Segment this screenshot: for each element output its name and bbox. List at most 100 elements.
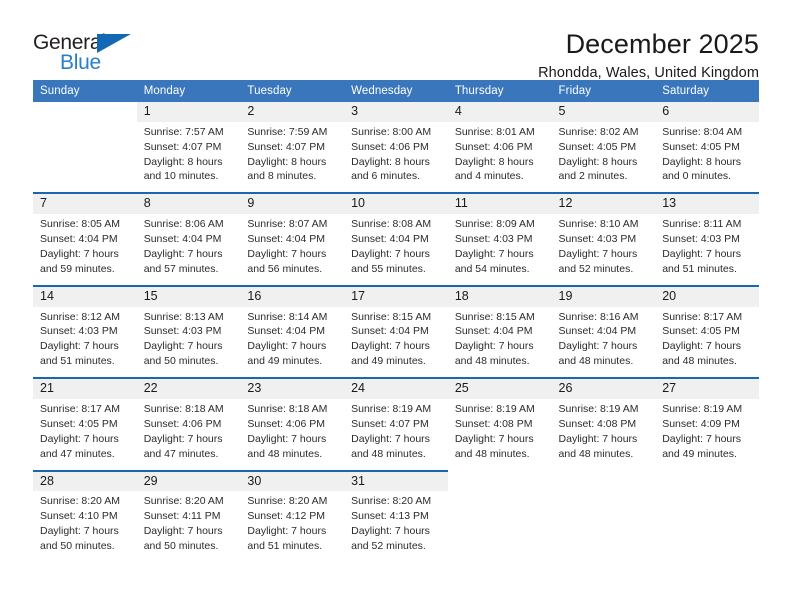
- day-number[interactable]: 3: [344, 102, 448, 122]
- page-header: General Blue December 2025 Rhondda, Wale…: [33, 0, 759, 82]
- day-number[interactable]: 6: [655, 102, 759, 122]
- day-detail-line: and 47 minutes.: [40, 447, 115, 460]
- day-detail-line: Sunset: 4:04 PM: [558, 325, 637, 338]
- day-detail-line: Sunset: 4:03 PM: [662, 233, 740, 246]
- day-number[interactable]: 27: [655, 379, 759, 399]
- day-detail-line: Daylight: 7 hours: [351, 247, 430, 260]
- day-detail-line: Sunset: 4:03 PM: [143, 325, 222, 338]
- day-number[interactable]: 19: [551, 286, 656, 307]
- day-detail-line: Daylight: 7 hours: [40, 340, 119, 353]
- day-detail-line: Sunset: 4:08 PM: [558, 417, 637, 430]
- day-detail-line: Sunrise: 8:11 AM: [662, 218, 742, 231]
- page-title: December 2025: [565, 29, 759, 59]
- day-number[interactable]: 31: [344, 471, 448, 492]
- calendar-body: 1 2 3 4 5 6 Sunrise: 7:57 AM Sunset: 4:07 PM Day…: [33, 102, 759, 562]
- day-number[interactable]: 9: [240, 194, 345, 215]
- day-detail-line: and 57 minutes.: [143, 262, 219, 275]
- day-detail-line: Daylight: 7 hours: [351, 432, 430, 445]
- day-detail-line: and 48 minutes.: [247, 447, 323, 460]
- day-detail-line: Sunrise: 8:01 AM: [454, 125, 535, 138]
- day-detail-line: and 50 minutes.: [40, 539, 115, 552]
- day-detail-line: Sunset: 4:04 PM: [247, 233, 326, 246]
- day-detail-line: Sunset: 4:13 PM: [351, 510, 429, 523]
- day-detail-cell: Sunrise: 8:18 AM Sunset: 4:06 PM Daylight:…: [240, 398, 345, 470]
- weekday-header-saturday: Saturday: [655, 80, 759, 102]
- day-detail-line: Sunset: 4:10 PM: [40, 510, 118, 523]
- day-detail-line: Daylight: 8 hours: [558, 155, 638, 168]
- day-number[interactable]: 25: [447, 379, 552, 399]
- day-number[interactable]: 14: [33, 286, 137, 307]
- day-detail-line: Sunrise: 8:19 AM: [662, 402, 743, 415]
- day-detail-line: and 50 minutes.: [143, 539, 219, 552]
- day-number-row: 123456: [33, 102, 759, 122]
- day-detail-cell: Sunrise: 8:20 AM Sunset: 4:11 PM Daylight:…: [136, 491, 241, 562]
- day-number[interactable]: 30: [240, 471, 345, 492]
- day-detail-line: Daylight: 8 hours: [454, 155, 534, 168]
- day-number[interactable]: 2: [240, 102, 345, 122]
- logo-text-blue: Blue: [60, 51, 101, 74]
- day-number[interactable]: 13: [655, 194, 759, 215]
- day-detail-line: Sunset: 4:04 PM: [143, 233, 222, 246]
- day-detail-line: Daylight: 8 hours: [143, 155, 223, 168]
- day-number[interactable]: 8: [136, 194, 241, 215]
- day-detail-line: and 0 minutes.: [662, 170, 732, 183]
- day-number[interactable]: 22: [136, 379, 241, 399]
- day-detail-line: Daylight: 7 hours: [143, 525, 223, 538]
- day-number[interactable]: 12: [551, 194, 656, 215]
- empty-detail-cell: [552, 491, 656, 562]
- day-detail-line: Sunrise: 8:20 AM: [351, 495, 432, 508]
- day-detail-line: Sunrise: 8:06 AM: [143, 218, 224, 231]
- day-detail-cell: Sunrise: 8:16 AM Sunset: 4:04 PM Daylight:…: [551, 306, 656, 378]
- title-block: December 2025 Rhondda, Wales, United Kin…: [138, 29, 759, 82]
- day-detail-line: Sunset: 4:04 PM: [40, 233, 118, 246]
- day-detail-line: Sunset: 4:06 PM: [247, 417, 326, 430]
- day-detail-line: Sunrise: 7:57 AM: [143, 125, 224, 138]
- day-number[interactable]: 15: [136, 286, 241, 307]
- day-number[interactable]: 28: [33, 471, 137, 492]
- weekday-header-sunday: Sunday: [33, 80, 137, 102]
- day-detail-line: Sunset: 4:11 PM: [143, 510, 221, 523]
- day-detail-line: Daylight: 7 hours: [143, 340, 223, 353]
- day-detail-line: Daylight: 7 hours: [454, 247, 534, 260]
- day-number[interactable]: 10: [344, 194, 448, 215]
- day-detail-line: Sunrise: 8:02 AM: [558, 125, 639, 138]
- day-detail-cell: Sunrise: 8:02 AM Sunset: 4:05 PM Daylight:…: [551, 121, 656, 193]
- day-number[interactable]: 17: [344, 286, 448, 307]
- day-number[interactable]: 23: [240, 379, 345, 399]
- weekday-header-tuesday: Tuesday: [240, 80, 345, 102]
- day-detail-line: and 48 minutes.: [454, 447, 530, 460]
- day-detail-line: Sunset: 4:06 PM: [143, 417, 222, 430]
- day-number[interactable]: 1: [136, 102, 241, 122]
- day-detail-line: and 55 minutes.: [351, 262, 426, 275]
- day-number[interactable]: 16: [240, 286, 345, 307]
- day-detail-cell: Sunrise: 8:06 AM Sunset: 4:04 PM Daylight:…: [136, 214, 241, 285]
- day-number[interactable]: 18: [447, 286, 552, 307]
- day-number[interactable]: 5: [551, 102, 656, 122]
- day-number[interactable]: 21: [33, 379, 137, 399]
- day-detail-line: Daylight: 8 hours: [662, 155, 742, 168]
- day-detail-cell: Sunrise: 8:18 AM Sunset: 4:06 PM Daylight:…: [136, 398, 241, 470]
- day-detail-line: and 4 minutes.: [454, 170, 524, 183]
- day-detail-line: Sunrise: 8:12 AM: [40, 310, 120, 323]
- day-number[interactable]: 11: [447, 194, 552, 215]
- day-number[interactable]: 20: [655, 286, 759, 307]
- day-detail-line: and 52 minutes.: [558, 262, 634, 275]
- weekday-header-wednesday: Wednesday: [344, 80, 448, 102]
- day-number[interactable]: 4: [447, 102, 552, 122]
- day-detail-line: and 49 minutes.: [247, 355, 323, 368]
- day-detail-cell: Sunrise: 8:09 AM Sunset: 4:03 PM Daylight:…: [447, 214, 552, 285]
- day-detail-cell: Sunrise: 8:13 AM Sunset: 4:03 PM Daylight:…: [136, 306, 241, 378]
- day-detail-line: Daylight: 7 hours: [662, 340, 742, 353]
- day-detail-line: Sunrise: 8:20 AM: [40, 495, 120, 508]
- day-detail-line: Daylight: 7 hours: [247, 432, 327, 445]
- day-number[interactable]: 7: [33, 194, 137, 215]
- day-number[interactable]: 24: [344, 379, 448, 399]
- empty-day-cell: [448, 472, 552, 492]
- day-number[interactable]: 26: [551, 379, 656, 399]
- day-detail-line: Daylight: 7 hours: [662, 247, 742, 260]
- day-detail-line: Sunset: 4:05 PM: [662, 140, 740, 153]
- day-detail-line: Sunset: 4:04 PM: [351, 233, 429, 246]
- day-detail-cell: Sunrise: 8:11 AM Sunset: 4:03 PM Daylight:…: [655, 214, 759, 285]
- day-number[interactable]: 29: [136, 471, 241, 492]
- day-detail-cell: Sunrise: 8:05 AM Sunset: 4:04 PM Daylight:…: [33, 214, 137, 285]
